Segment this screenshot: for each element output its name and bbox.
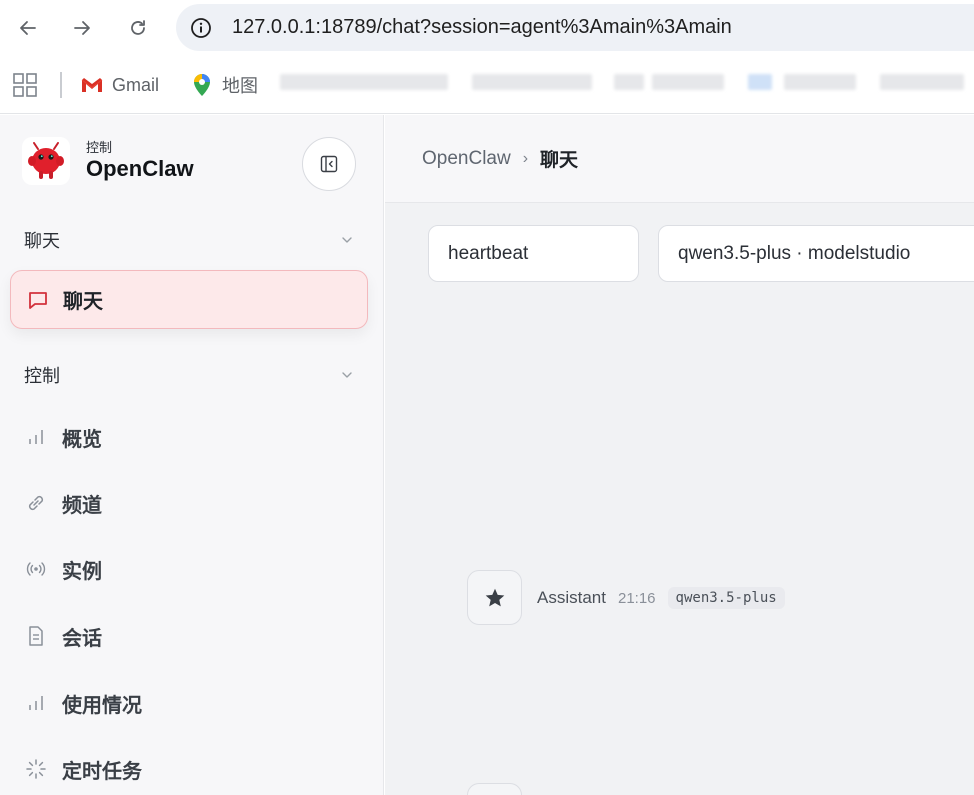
reload-button[interactable] [124,14,152,42]
main-header: OpenClaw › 聊天 [385,115,974,203]
site-info-icon[interactable] [190,17,212,39]
blurred-bookmark [748,74,772,90]
session-select-value: heartbeat [448,242,529,264]
sidebar-item-sessions[interactable]: 会话 [24,616,364,656]
sidebar-item-chat[interactable]: 聊天 [10,270,368,329]
sidebar-item-label: 使用情况 [62,694,142,717]
bookmark-maps[interactable]: 地图 [190,70,258,100]
forward-button[interactable] [68,14,96,42]
back-button[interactable] [14,14,42,42]
openclaw-logo-icon [22,137,70,185]
chevron-down-icon [342,237,352,243]
blurred-bookmark [280,74,448,90]
sidebar-item-label: 实例 [62,560,102,583]
bookmark-label: 地图 [222,76,258,96]
message-model-badge: qwen3.5-plus [667,587,785,609]
model-select[interactable]: qwen3.5-plus · modelstudio [658,225,974,282]
sidebar-item-label: 频道 [62,494,102,517]
sidebar-item-usage[interactable]: 使用情况 [24,683,364,723]
arrow-right-icon [74,21,90,35]
blurred-bookmark [472,74,592,90]
sidebar-item-cron[interactable]: 定时任务 [24,749,364,789]
sidebar-item-channels[interactable]: 频道 [24,483,364,523]
sidebar-item-label: 定时任务 [62,760,142,783]
next-message-avatar [467,783,522,795]
sidebar-collapse-icon [320,155,338,173]
group-header-chat[interactable]: 聊天 [24,225,354,255]
model-select-value: qwen3.5-plus · modelstudio [678,242,911,264]
brand: 控制 OpenClaw [22,137,194,185]
app-root: 控制 OpenClaw 聊天 聊天 控制 概览 频道 实例 会话 使用情况 定时… [0,115,974,795]
breadcrumb-root[interactable]: OpenClaw [422,148,511,170]
bar-chart-icon [24,691,48,715]
bookmark-divider [60,72,62,98]
blurred-bookmark [614,74,644,90]
assistant-avatar [467,570,522,625]
sidebar-item-label: 概览 [62,428,102,451]
message-meta: Assistant 21:16 qwen3.5-plus [537,585,785,611]
main-content: OpenClaw › 聊天 heartbeat qwen3.5-plus · m… [385,115,974,795]
star-icon [485,588,504,606]
group-label: 控制 [24,366,60,386]
chat-bubble-icon [29,291,47,309]
sidebar-item-label: 会话 [62,627,102,650]
breadcrumb-current: 聊天 [540,150,579,171]
bar-chart-icon [24,425,48,449]
brand-title: OpenClaw [86,156,194,181]
breadcrumb-separator: › [522,149,529,167]
group-header-control[interactable]: 控制 [24,360,354,390]
collapse-sidebar-button[interactable] [302,137,356,191]
message-time: 21:16 [617,589,656,607]
address-bar[interactable]: 127.0.0.1:18789/chat?session=agent%3Amai… [176,4,974,51]
gmail-icon [80,73,104,97]
loader-icon [24,757,48,781]
sidebar-item-overview[interactable]: 概览 [24,417,364,457]
url-text[interactable]: 127.0.0.1:18789/chat?session=agent%3Amai… [232,16,732,39]
apps-grid-icon[interactable] [12,72,38,98]
blurred-bookmark [784,74,856,90]
sidebar-item-instances[interactable]: 实例 [24,549,364,589]
link-icon [24,491,48,515]
broadcast-icon [24,557,48,581]
brand-subtitle: 控制 [86,140,113,155]
group-label: 聊天 [24,231,60,251]
reload-icon [131,20,145,35]
document-icon [24,624,48,648]
sidebar: 控制 OpenClaw 聊天 聊天 控制 概览 频道 实例 会话 使用情况 定时… [0,115,384,795]
breadcrumb: OpenClaw › 聊天 [422,145,578,172]
blurred-bookmark [880,74,964,90]
arrow-left-icon [20,21,36,35]
bookmark-gmail[interactable]: Gmail [80,70,159,100]
blurred-bookmark [652,74,724,90]
sidebar-item-label: 聊天 [63,291,103,313]
bookmark-label: Gmail [112,74,160,95]
chevron-down-icon [342,372,352,378]
session-select[interactable]: heartbeat [428,225,639,282]
message-sender: Assistant [537,588,606,607]
maps-icon [190,73,214,97]
browser-toolbar: 127.0.0.1:18789/chat?session=agent%3Amai… [0,0,974,56]
